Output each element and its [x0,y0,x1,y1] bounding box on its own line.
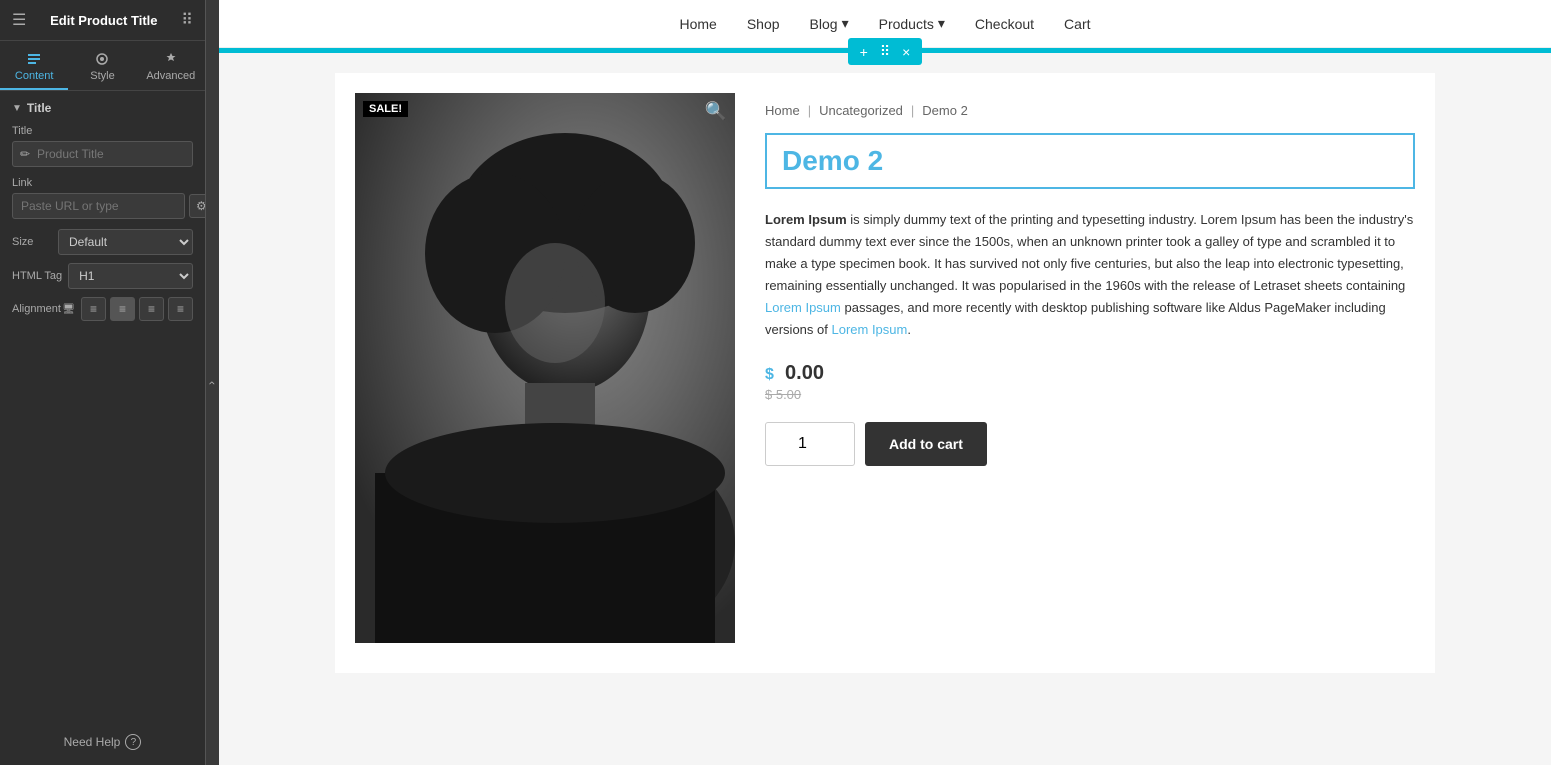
sidebar-header: ☰ Edit Product Title ⠿ [0,0,205,41]
tab-content[interactable]: Content [0,41,68,90]
alignment-label: Alignment [12,303,54,315]
breadcrumb: Home | Uncategorized | Demo 2 [765,103,1415,118]
toolbar-close-button[interactable]: × [898,42,914,62]
nav-checkout[interactable]: Checkout [975,16,1034,32]
title-label: Title [12,125,193,137]
nav-cart[interactable]: Cart [1064,16,1090,32]
breadcrumb-current: Demo 2 [922,103,968,118]
help-icon[interactable]: ? [125,734,141,750]
nav-products[interactable]: Products ▾ [879,15,945,32]
product-title: Demo 2 [782,145,1398,177]
add-to-cart-row: Add to cart [765,422,1415,466]
nav-shop[interactable]: Shop [747,16,780,32]
nav-home[interactable]: Home [679,16,716,32]
link-input[interactable] [12,193,185,219]
size-select[interactable]: Default [58,229,193,255]
breadcrumb-sep-1: | [808,103,811,118]
align-center-button[interactable]: ≡ [110,297,135,321]
products-dropdown-icon: ▾ [938,15,945,32]
blog-dropdown-icon: ▾ [842,15,849,32]
html-tag-field-row: HTML Tag H1 [12,263,193,289]
product-title-box: Demo 2 [765,133,1415,189]
link-field-group: Link ⚙ ✕ [12,177,193,219]
link-label: Link [12,177,193,189]
toolbar-grid-button[interactable]: ⠿ [876,41,894,62]
price-value: 0.00 [785,362,824,384]
section-title-label: ▼ Title [12,101,193,115]
price-area: $ 0.00 $ 5.00 [765,362,1415,402]
grid-icon[interactable]: ⠿ [181,10,193,30]
sidebar-title: Edit Product Title [50,13,157,28]
align-justify-button[interactable]: ≡ [168,297,193,321]
product-image-svg [355,93,735,643]
price-original: $ 5.00 [765,387,1415,402]
breadcrumb-category[interactable]: Uncategorized [819,103,903,118]
size-field-row: Size Default [12,229,193,255]
product-image-area: SALE! 🔍 [355,93,735,653]
add-to-cart-button[interactable]: Add to cart [865,422,987,466]
hamburger-icon[interactable]: ☰ [12,10,26,30]
nav-blog[interactable]: Blog ▾ [810,15,849,32]
title-section: ▼ Title Title ✏ Link ⚙ ✕ Size Default [0,91,205,331]
toolbar-add-button[interactable]: + [856,42,872,62]
title-field-group: Title ✏ [12,125,193,167]
size-label: Size [12,236,52,248]
main-content: Home Shop Blog ▾ Products ▾ Checkout Car… [219,0,1551,765]
title-input[interactable] [12,141,193,167]
need-help-section: Need Help ? [0,719,205,765]
page-area: SALE! 🔍 [219,53,1551,765]
product-details: Home | Uncategorized | Demo 2 Demo 2 Lor… [765,93,1415,653]
html-tag-select[interactable]: H1 [68,263,193,289]
product-description: Lorem Ipsum is simply dummy text of the … [765,209,1415,342]
cyan-toolbar: + ⠿ × [219,48,1551,53]
tab-advanced[interactable]: Advanced [137,41,205,90]
collapse-toggle[interactable]: ‹ [205,0,219,765]
price-currency: $ [765,366,774,383]
html-tag-label: HTML Tag [12,270,62,282]
alignment-field-row: Alignment 🖥 ≡ ≡ ≡ ≡ [12,297,193,321]
breadcrumb-sep-2: | [911,103,914,118]
price-current: $ 0.00 [765,362,1415,385]
tab-style[interactable]: Style [68,41,136,90]
product-image [355,93,735,643]
quantity-input[interactable] [765,422,855,466]
sale-badge: SALE! [363,101,408,117]
sidebar: ☰ Edit Product Title ⠿ Content Style Adv… [0,0,205,765]
breadcrumb-home[interactable]: Home [765,103,800,118]
toolbar-controls: + ⠿ × [848,38,923,65]
align-left-button[interactable]: ≡ [81,297,106,321]
zoom-icon[interactable]: 🔍 [705,101,727,122]
product-layout: SALE! 🔍 [335,73,1435,673]
sidebar-tabs: Content Style Advanced [0,41,205,91]
align-right-button[interactable]: ≡ [139,297,164,321]
